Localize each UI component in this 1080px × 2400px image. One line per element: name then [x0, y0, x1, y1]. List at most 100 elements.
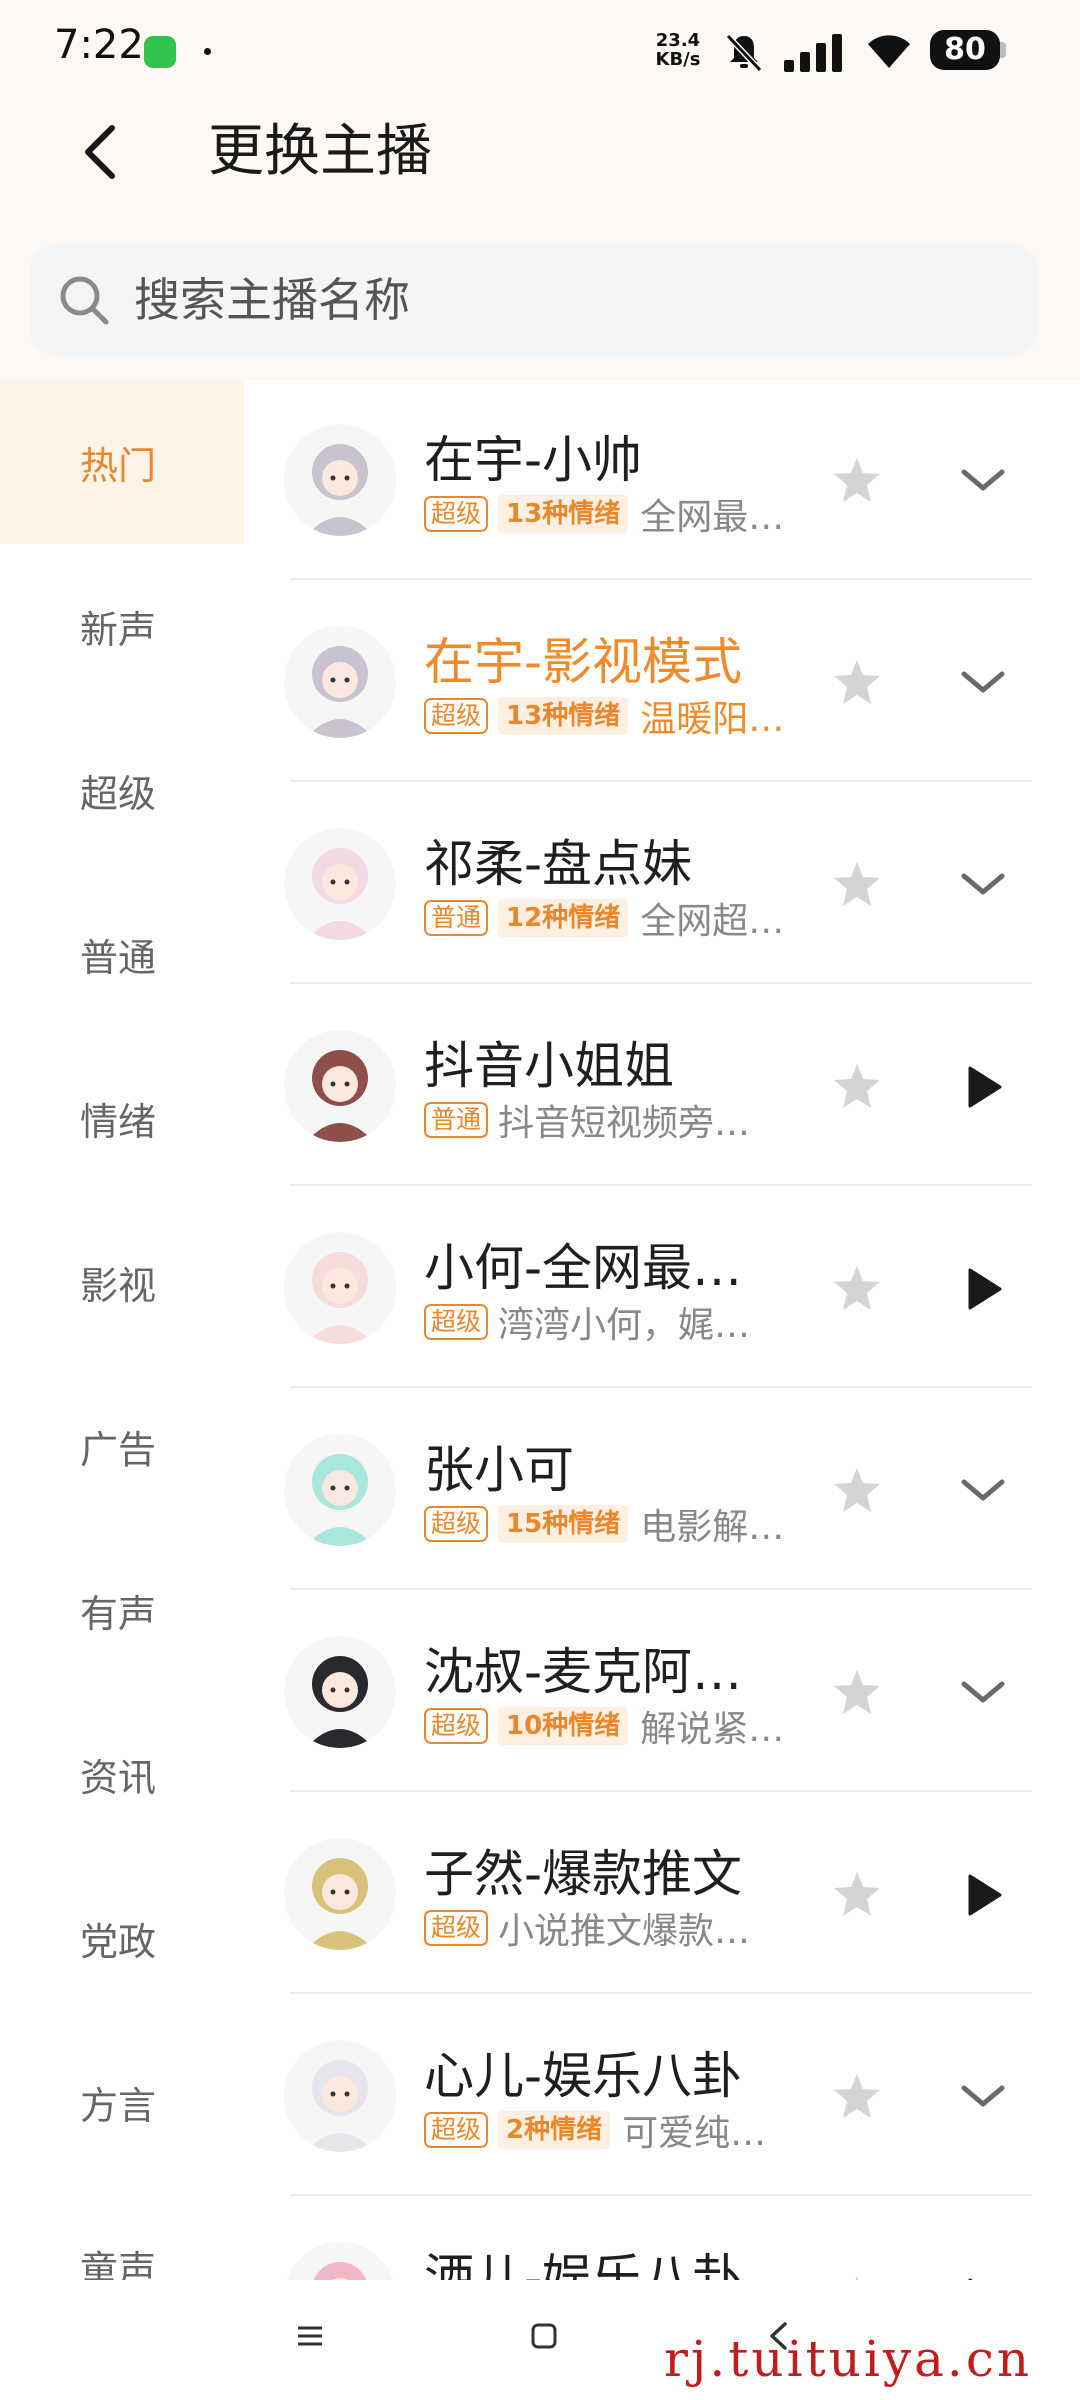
row-divider	[290, 1184, 1032, 1186]
anchor-name: 心儿-娱乐八卦	[424, 2047, 743, 2105]
anchor-row[interactable]: 沈叔-麦克阿… 超级 10种情绪 解说紧…	[244, 1592, 1080, 1792]
avatar-image	[284, 1636, 396, 1748]
anchor-name: 抖音小姐姐	[424, 1037, 674, 1095]
anchor-description: 可爱纯…	[622, 2113, 767, 2154]
favorite-star-icon[interactable]	[832, 1062, 882, 1110]
tier-badge: 普通	[424, 900, 489, 936]
avatar	[284, 424, 396, 536]
sidebar-item-8[interactable]: 资讯	[0, 1692, 244, 1856]
net-speed-unit: KB/s	[655, 49, 701, 70]
tier-badge: 超级	[424, 2112, 489, 2148]
expand-icon[interactable]	[958, 658, 1008, 708]
row-divider	[290, 578, 1032, 580]
menu-icon[interactable]	[290, 2316, 330, 2356]
anchor-description: 全网超…	[640, 901, 785, 942]
anchor-meta: 超级 2种情绪 可爱纯…	[424, 2108, 766, 2154]
sidebar-item-9[interactable]: 党政	[0, 1856, 244, 2020]
anchor-row[interactable]: 在宇-小帅 超级 13种情绪 全网最…	[244, 380, 1080, 580]
tier-badge: 超级	[424, 698, 489, 734]
play-icon[interactable]	[958, 1062, 1008, 1112]
emotion-count-badge: 15种情绪	[498, 1505, 629, 1543]
tier-badge: 超级	[424, 1304, 489, 1340]
avatar-image	[284, 1030, 396, 1142]
favorite-star-icon[interactable]	[832, 456, 882, 504]
anchor-meta: 超级 小说推文爆款…	[424, 1906, 750, 1952]
status-time: 7:22	[54, 22, 144, 68]
net-speed-value: 23.4	[655, 30, 701, 51]
expand-icon[interactable]	[958, 860, 1008, 910]
avatar-image	[284, 828, 396, 940]
sidebar-item-3[interactable]: 普通	[0, 872, 244, 1036]
favorite-star-icon[interactable]	[832, 658, 882, 706]
avatar	[284, 1030, 396, 1142]
tier-badge: 超级	[424, 1708, 489, 1744]
back-button[interactable]	[70, 112, 130, 192]
avatar	[284, 828, 396, 940]
favorite-star-icon[interactable]	[832, 1870, 882, 1918]
search-box[interactable]	[30, 244, 1038, 356]
anchor-name: 小何-全网最…	[424, 1239, 743, 1297]
tier-badge: 超级	[424, 496, 489, 532]
favorite-star-icon[interactable]	[832, 860, 882, 908]
expand-icon[interactable]	[958, 2072, 1008, 2122]
anchor-description: 电影解…	[640, 1507, 785, 1548]
row-divider	[290, 982, 1032, 984]
home-icon[interactable]	[524, 2316, 564, 2356]
avatar-image	[284, 626, 396, 738]
anchor-row[interactable]: 抖音小姐姐 普通 抖音短视频旁…	[244, 986, 1080, 1186]
anchor-description: 抖音短视频旁…	[498, 1103, 751, 1144]
expand-icon[interactable]	[958, 1466, 1008, 1516]
sidebar-item-0[interactable]: 热门	[0, 380, 244, 544]
avatar	[284, 1838, 396, 1950]
sidebar-item-6[interactable]: 广告	[0, 1364, 244, 1528]
anchor-row[interactable]: 在宇-影视模式 超级 13种情绪 温暖阳…	[244, 582, 1080, 782]
anchor-meta: 超级 13种情绪 全网最…	[424, 492, 784, 538]
favorite-star-icon[interactable]	[832, 1466, 882, 1514]
anchor-name: 张小可	[424, 1441, 574, 1499]
anchor-row[interactable]: 子然-爆款推文 超级 小说推文爆款…	[244, 1794, 1080, 1994]
net-speed: 23.4 KB/s	[648, 31, 708, 69]
sidebar-item-1[interactable]: 新声	[0, 544, 244, 708]
anchor-row[interactable]: 张小可 超级 15种情绪 电影解…	[244, 1390, 1080, 1590]
row-divider	[290, 1790, 1032, 1792]
emotion-count-badge: 10种情绪	[498, 1707, 629, 1745]
favorite-star-icon[interactable]	[832, 1264, 882, 1312]
anchor-row[interactable]: 祁柔-盘点妹 普通 12种情绪 全网超…	[244, 784, 1080, 984]
sidebar-item-10[interactable]: 方言	[0, 2020, 244, 2184]
play-icon[interactable]	[958, 1264, 1008, 1314]
avatar	[284, 2242, 396, 2280]
anchor-description: 湾湾小何，娓…	[498, 1305, 751, 1346]
anchor-row[interactable]: 洒儿-娱乐八卦	[244, 2198, 1080, 2280]
play-icon[interactable]	[958, 1870, 1008, 1920]
avatar	[284, 1232, 396, 1344]
search-input[interactable]	[134, 268, 1014, 332]
expand-icon[interactable]	[958, 1668, 1008, 1718]
anchor-list: 在宇-小帅 超级 13种情绪 全网最… 在宇-影视模式 超级 13种情绪 温暖阳… 祁柔-盘点妹…	[244, 380, 1080, 2280]
sidebar-item-4[interactable]: 情绪	[0, 1036, 244, 1200]
sidebar-item-5[interactable]: 影视	[0, 1200, 244, 1364]
sidebar-item-7[interactable]: 有声	[0, 1528, 244, 1692]
avatar-image	[284, 2040, 396, 2152]
anchor-name: 祁柔-盘点妹	[424, 835, 693, 893]
anchor-row[interactable]: 心儿-娱乐八卦 超级 2种情绪 可爱纯…	[244, 1996, 1080, 2196]
anchor-description: 全网最…	[640, 497, 785, 538]
tier-badge: 超级	[424, 1506, 489, 1542]
anchor-meta: 普通 抖音短视频旁…	[424, 1098, 750, 1144]
anchor-meta: 超级 湾湾小何，娓…	[424, 1300, 750, 1346]
favorite-star-icon[interactable]	[832, 2072, 882, 2120]
signal-icon	[784, 34, 842, 72]
favorite-star-icon[interactable]	[832, 1668, 882, 1716]
avatar-image	[284, 1232, 396, 1344]
tier-badge: 普通	[424, 1102, 489, 1138]
anchor-meta: 超级 15种情绪 电影解…	[424, 1502, 784, 1548]
mute-bell-icon	[725, 33, 763, 73]
sidebar-item-2[interactable]: 超级	[0, 708, 244, 872]
anchor-meta: 超级 10种情绪 解说紧…	[424, 1704, 784, 1750]
anchor-row[interactable]: 小何-全网最… 超级 湾湾小何，娓…	[244, 1188, 1080, 1388]
avatar	[284, 1636, 396, 1748]
expand-icon[interactable]	[958, 456, 1008, 506]
category-sidebar: 热门 新声 超级 普通 情绪 影视 广告 有声 资讯 党政 方言 童声	[0, 380, 244, 2292]
row-divider	[290, 1386, 1032, 1388]
anchor-meta: 超级 13种情绪 温暖阳…	[424, 694, 784, 740]
avatar-image	[284, 424, 396, 536]
